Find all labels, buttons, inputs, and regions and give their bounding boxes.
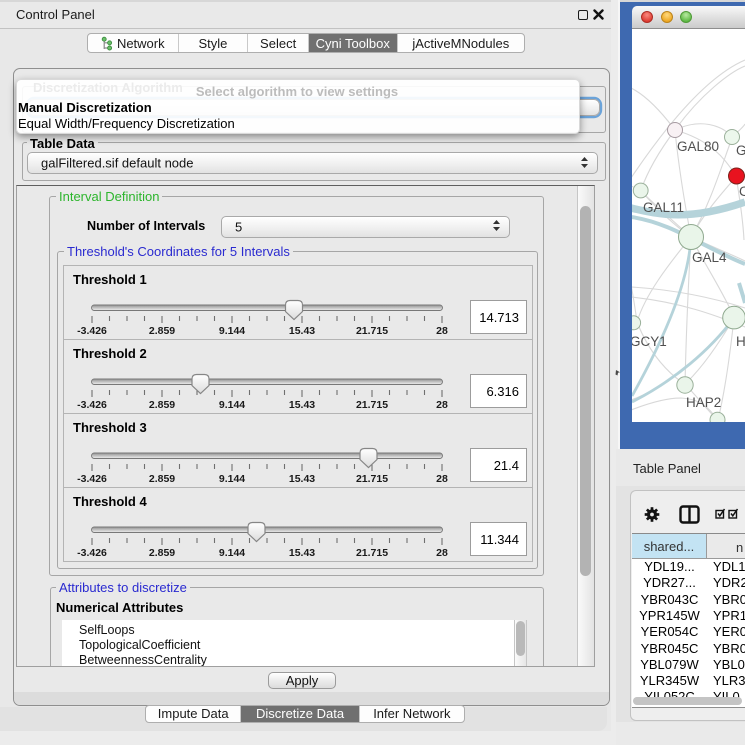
- svg-text:21.715: 21.715: [356, 473, 388, 485]
- svg-text:28: 28: [436, 547, 448, 559]
- svg-text:GAL80: GAL80: [677, 139, 719, 154]
- svg-text:28: 28: [436, 473, 448, 485]
- svg-text:HAP2: HAP2: [686, 395, 721, 410]
- svg-text:15.43: 15.43: [289, 547, 315, 559]
- svg-text:2.859: 2.859: [149, 547, 175, 559]
- svg-text:GAL4: GAL4: [692, 250, 727, 265]
- svg-text:2.859: 2.859: [149, 325, 175, 337]
- svg-text:15.43: 15.43: [289, 325, 315, 337]
- svg-text:2.859: 2.859: [149, 473, 175, 485]
- svg-text:28: 28: [436, 399, 448, 411]
- svg-text:9.144: 9.144: [219, 399, 245, 411]
- svg-text:-3.426: -3.426: [77, 473, 107, 485]
- svg-text:-3.426: -3.426: [77, 325, 107, 337]
- svg-text:GAL11: GAL11: [643, 200, 684, 215]
- svg-text:GA: GA: [736, 143, 745, 158]
- svg-text:9.144: 9.144: [219, 473, 245, 485]
- svg-text:9.144: 9.144: [219, 547, 245, 559]
- svg-text:21.715: 21.715: [356, 547, 388, 559]
- svg-text:15.43: 15.43: [289, 473, 315, 485]
- svg-text:HI: HI: [736, 334, 745, 349]
- svg-text:9.144: 9.144: [219, 325, 245, 337]
- svg-text:-3.426: -3.426: [77, 399, 107, 411]
- svg-text:28: 28: [436, 325, 448, 337]
- svg-text:15.43: 15.43: [289, 399, 315, 411]
- svg-text:21.715: 21.715: [356, 325, 388, 337]
- svg-text:21.715: 21.715: [356, 399, 388, 411]
- svg-text:-3.426: -3.426: [77, 547, 107, 559]
- svg-text:GCY1: GCY1: [632, 334, 667, 349]
- svg-text:2.859: 2.859: [149, 399, 175, 411]
- svg-text:C: C: [739, 184, 745, 199]
